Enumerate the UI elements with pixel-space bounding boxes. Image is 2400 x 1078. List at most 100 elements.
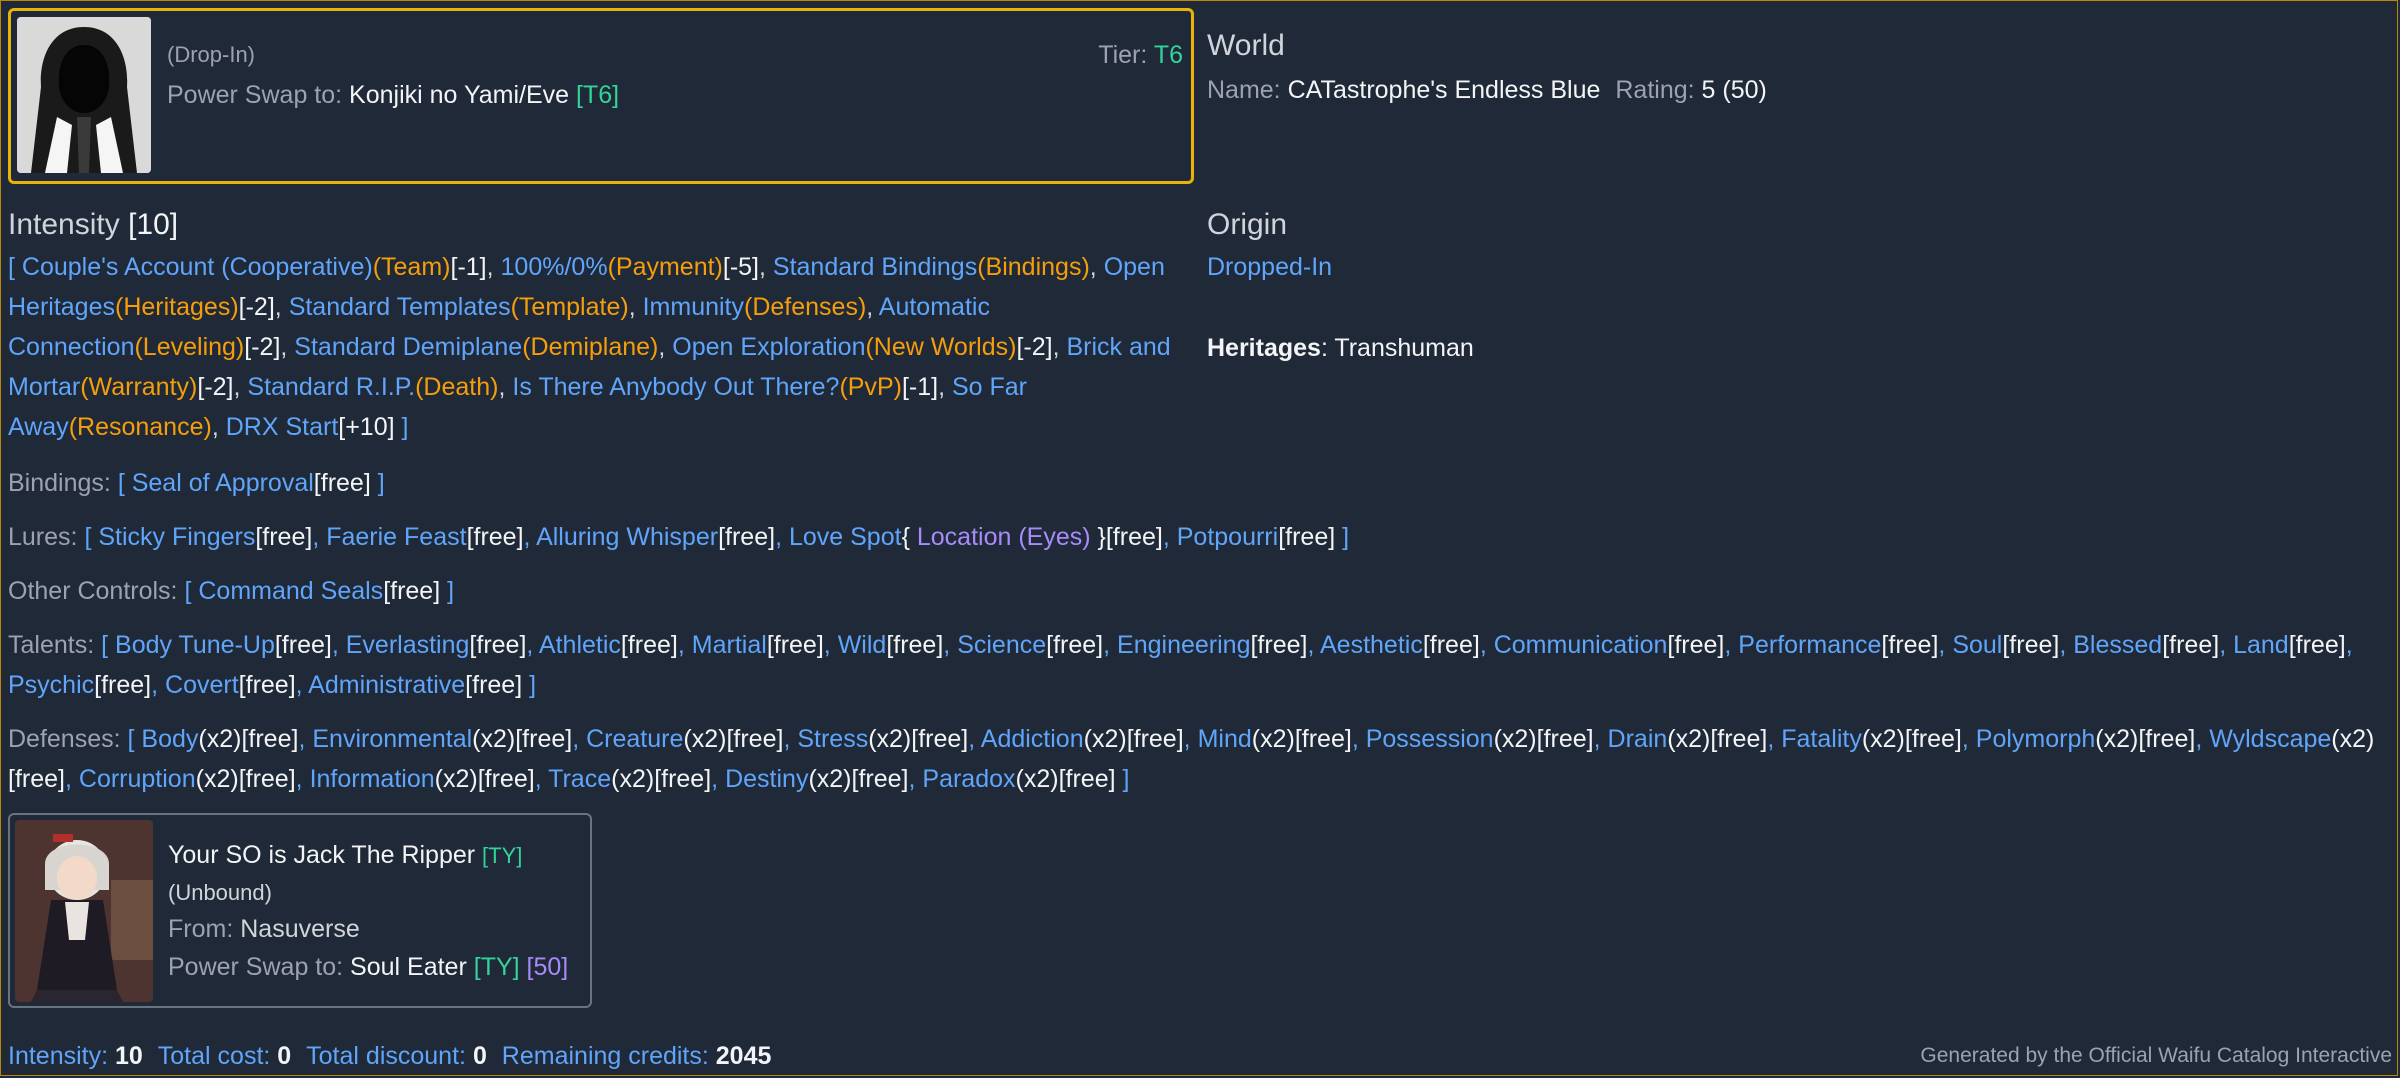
separator: , <box>943 631 958 659</box>
heritages-label: Heritages <box>1207 334 1321 362</box>
tier-value: T6 <box>1153 41 1183 69</box>
defenses-item[interactable]: Addiction <box>981 725 1084 753</box>
separator: , <box>759 253 773 281</box>
defenses-mult: (x2) <box>198 725 242 753</box>
intensity-cost: [-2] <box>244 333 281 361</box>
separator: , <box>866 293 879 321</box>
defenses-item[interactable]: Paradox <box>922 765 1015 793</box>
other_controls-label: Other Controls: <box>8 577 178 605</box>
intensity-option[interactable]: Immunity <box>643 293 744 321</box>
defenses-item[interactable]: Polymorph <box>1976 725 2096 753</box>
defenses-item[interactable]: Fatality <box>1781 725 1862 753</box>
defenses-item[interactable]: Trace <box>548 765 611 793</box>
talents-item[interactable]: Communication <box>1494 631 1668 659</box>
intensity-heading-value: [10] <box>128 208 179 241</box>
talents-item[interactable]: Blessed <box>2073 631 2162 659</box>
talents-item[interactable]: Psychic <box>8 671 94 699</box>
talents-item[interactable]: Science <box>957 631 1046 659</box>
so-title-line: Your SO is Jack The Ripper [TY] <box>168 835 522 876</box>
talents-item[interactable]: Aesthetic <box>1320 631 1423 659</box>
generated-by-credit[interactable]: Generated by the Official Waifu Catalog … <box>1920 1036 2392 1076</box>
talents-item[interactable]: Soul <box>1952 631 2002 659</box>
separator: , <box>1593 725 1608 753</box>
intensity-option[interactable]: Couple's Account (Cooperative) <box>22 253 373 281</box>
so-swap-label: Power Swap to: <box>168 953 344 981</box>
lures-cost: [free] <box>718 523 776 551</box>
other_controls-item[interactable]: Command Seals <box>198 577 383 605</box>
so-from-label: From: <box>168 915 234 943</box>
defenses-item[interactable]: Mind <box>1198 725 1252 753</box>
talents-item[interactable]: Athletic <box>539 631 621 659</box>
intensity-cost: [+10] <box>338 413 395 441</box>
separator: , <box>711 765 726 793</box>
defenses-mult: (x2) <box>1083 725 1127 753</box>
talents-item[interactable]: Covert <box>165 671 239 699</box>
intensity-category: (Heritages) <box>115 293 239 321</box>
intensity-option[interactable]: Standard Demiplane <box>294 333 522 361</box>
lures-item[interactable]: Love Spot <box>789 523 902 551</box>
defenses-item[interactable]: Information <box>310 765 435 793</box>
intensity-list: [ Couple's Account (Cooperative)(Team)[-… <box>8 247 1198 447</box>
power-swap-tier: [T6] <box>576 81 620 109</box>
talents-item[interactable]: Martial <box>692 631 767 659</box>
talents-cost: [free] <box>94 671 152 699</box>
talents-cost: [free] <box>766 631 824 659</box>
defenses-item[interactable]: Destiny <box>725 765 808 793</box>
separator: , <box>280 333 295 361</box>
lures-cost: [free] <box>255 523 313 551</box>
separator: [ <box>127 725 142 753</box>
lures-item[interactable]: Alluring Whisper <box>536 523 718 551</box>
talents-item[interactable]: Land <box>2233 631 2289 659</box>
intensity-category: (Defenses) <box>744 293 867 321</box>
defenses-item[interactable]: Stress <box>797 725 868 753</box>
defenses-item[interactable]: Wyldscape <box>2209 725 2331 753</box>
talents-item[interactable]: Everlasting <box>346 631 470 659</box>
intensity-category: (Template) <box>510 293 629 321</box>
power-swap-target[interactable]: Konjiki no Yami/Eve <box>349 81 569 109</box>
so-swap-target[interactable]: Soul Eater <box>350 953 467 981</box>
intensity-option[interactable]: DRX Start <box>226 413 339 441</box>
separator <box>15 253 22 281</box>
intensity-option[interactable]: Is There Anybody Out There? <box>512 373 839 401</box>
tier-label: Tier: <box>1098 41 1148 69</box>
talents-item[interactable]: Body Tune-Up <box>115 631 275 659</box>
other-controls-row: Other Controls: [ Command Seals[free] ] <box>8 571 2388 611</box>
drop-in-card[interactable]: (Drop-In) Tier: T6 Power Swap to: Konjik… <box>8 8 1194 184</box>
intensity-category: (Demiplane) <box>522 333 659 361</box>
defenses-cost: [free] <box>654 765 712 793</box>
talents-item[interactable]: Administrative <box>308 671 465 699</box>
intensity-option[interactable]: 100%/0% <box>501 253 608 281</box>
defenses-item[interactable]: Drain <box>1608 725 1668 753</box>
lures-item[interactable]: Sticky Fingers <box>98 523 255 551</box>
talents-cost: [free] <box>886 631 944 659</box>
heritages-value: : Transhuman <box>1320 334 1474 362</box>
defenses-item[interactable]: Possession <box>1366 725 1494 753</box>
bindings-item[interactable]: Seal of Approval <box>132 469 314 497</box>
defenses-cost: [free] <box>2138 725 2196 753</box>
defenses-cost: [free] <box>241 725 299 753</box>
defenses-item[interactable]: Body <box>141 725 198 753</box>
defenses-item[interactable]: Environmental <box>312 725 472 753</box>
drop-in-kind: (Drop-In) <box>167 42 256 67</box>
talents-item[interactable]: Engineering <box>1117 631 1250 659</box>
footer-intensity-value: 10 <box>115 1042 143 1070</box>
origin-value[interactable]: Dropped-In <box>1207 247 1332 287</box>
separator: , <box>233 373 248 401</box>
defenses-item[interactable]: Corruption <box>79 765 196 793</box>
lures-item[interactable]: Potpourri <box>1177 523 1278 551</box>
intensity-option[interactable]: Open Exploration <box>672 333 865 361</box>
so-title[interactable]: Your SO is Jack The Ripper <box>168 841 475 869</box>
separator: , <box>211 413 226 441</box>
so-card[interactable]: Your SO is Jack The Ripper [TY] (Unbound… <box>8 813 592 1008</box>
separator: , <box>572 725 587 753</box>
separator: , <box>2345 631 2353 659</box>
defenses-item[interactable]: Creature <box>586 725 683 753</box>
intensity-option[interactable]: Standard R.I.P. <box>247 373 415 401</box>
talents-item[interactable]: Performance <box>1738 631 1881 659</box>
lures-item[interactable]: Faerie Feast <box>326 523 466 551</box>
intensity-option[interactable]: Standard Templates <box>289 293 511 321</box>
separator: , <box>523 523 537 551</box>
intensity-option[interactable]: Standard Bindings <box>773 253 977 281</box>
talents-item[interactable]: Wild <box>838 631 887 659</box>
world-name-value[interactable]: CATastrophe's Endless Blue <box>1288 76 1601 104</box>
